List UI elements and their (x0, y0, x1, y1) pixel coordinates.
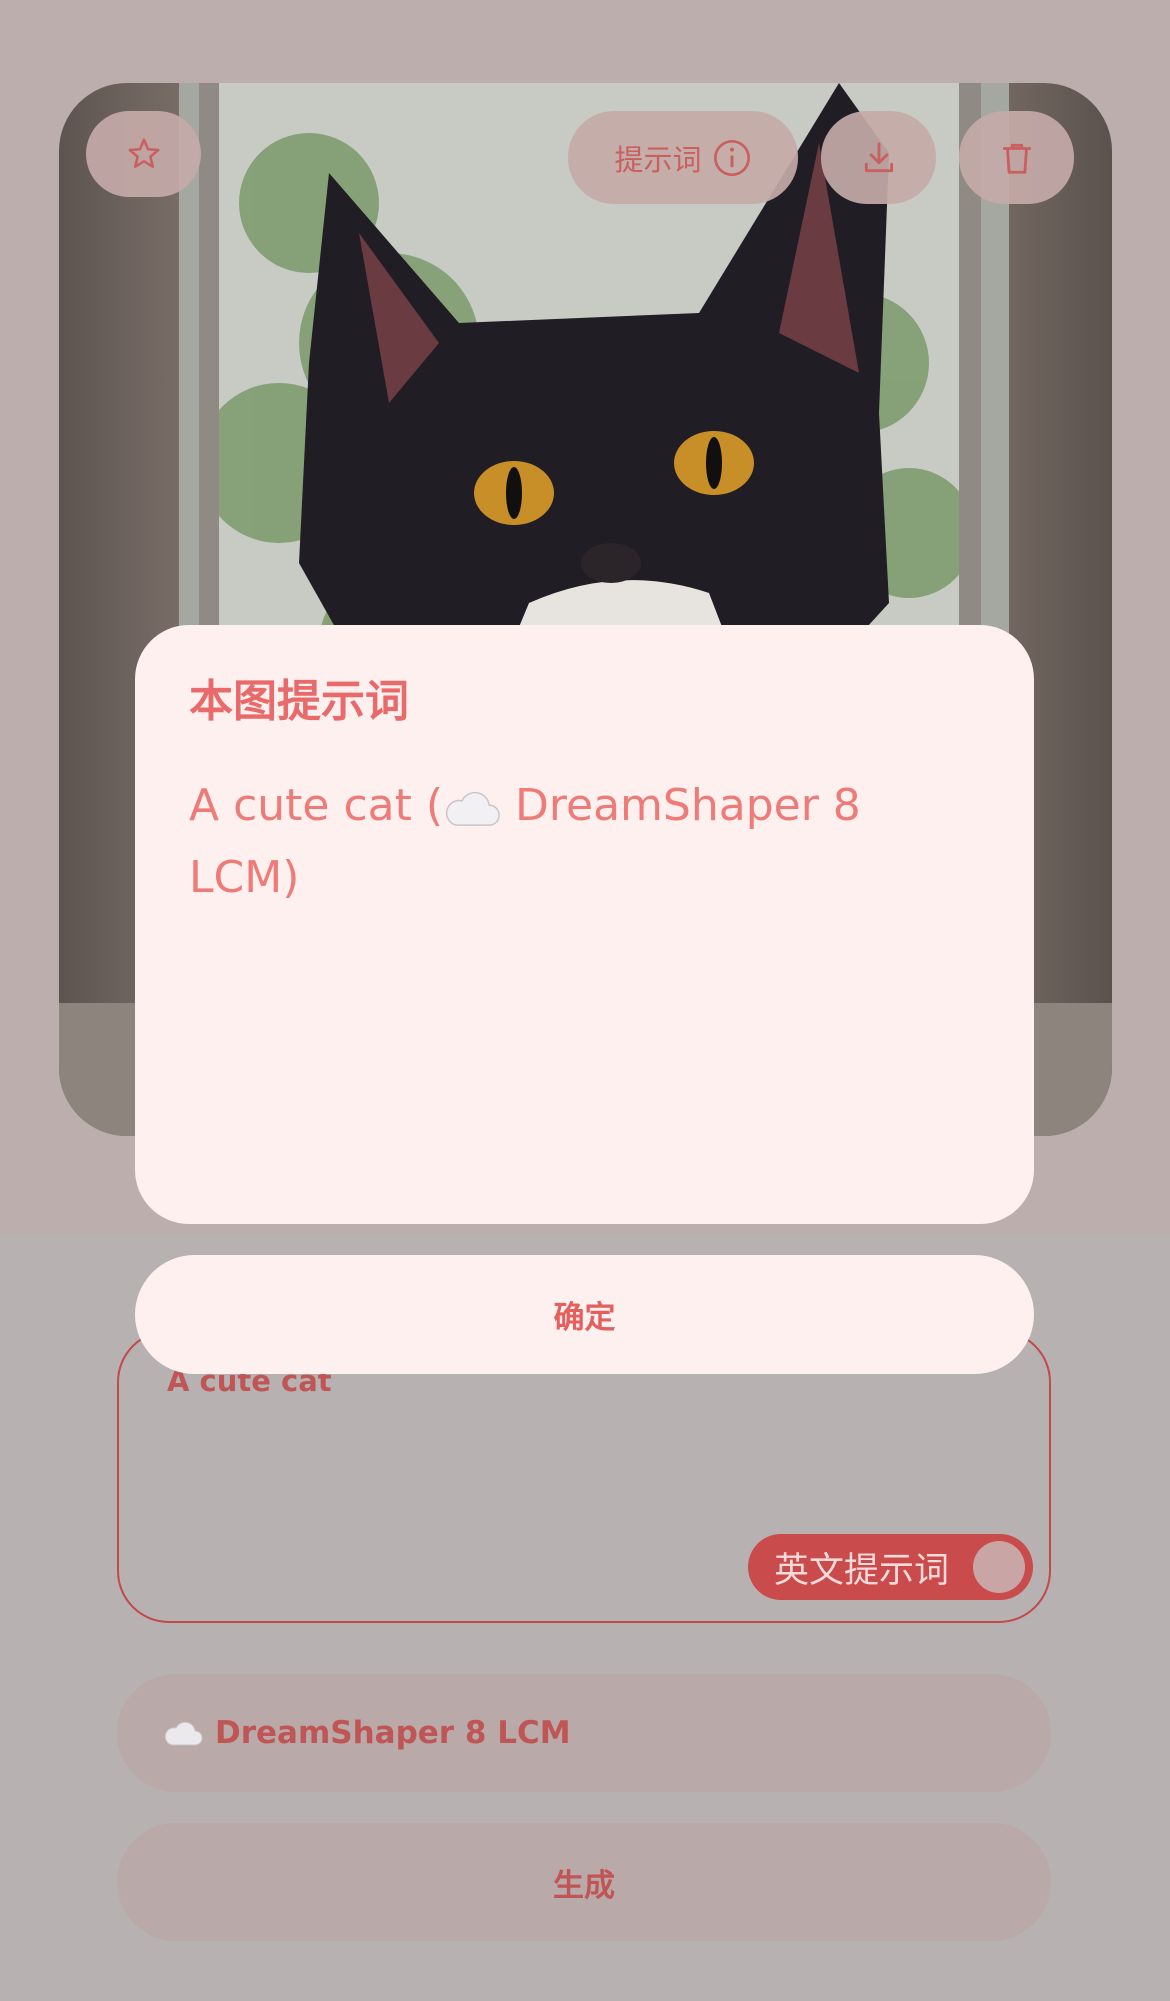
dialog-body-prefix: A cute cat ( (189, 780, 444, 831)
trash-icon (1002, 143, 1031, 174)
toggle-label: 英文提示词 (774, 1550, 950, 1591)
model-select[interactable]: DreamShaper 8 LCM (117, 1674, 1051, 1792)
generate-button[interactable]: 生成 (117, 1823, 1051, 1941)
favorite-button[interactable] (86, 111, 201, 197)
dialog-body: A cute cat ( DreamShaper 8 LCM) (189, 770, 949, 914)
delete-button[interactable] (959, 111, 1074, 204)
download-button[interactable] (821, 111, 936, 204)
generate-button-label: 生成 (553, 1867, 615, 1904)
star-icon (127, 138, 160, 168)
toggle-knob (973, 1541, 1025, 1593)
dialog-title: 本图提示词 (189, 676, 409, 727)
prompt-info-button[interactable]: 提示词 (568, 111, 798, 204)
confirm-button-label: 确定 (553, 1300, 616, 1336)
english-prompt-toggle[interactable]: 英文提示词 (748, 1534, 1033, 1600)
download-icon (864, 141, 893, 172)
confirm-button[interactable]: 确定 (135, 1255, 1034, 1374)
cloud-icon (164, 1721, 203, 1746)
model-label: DreamShaper 8 LCM (215, 1715, 571, 1751)
cloud-icon (445, 791, 500, 826)
prompt-dialog: 本图提示词 A cute cat ( DreamShaper 8 LCM) (135, 625, 1034, 1224)
info-icon (713, 139, 750, 176)
prompt-button-label: 提示词 (614, 142, 702, 177)
